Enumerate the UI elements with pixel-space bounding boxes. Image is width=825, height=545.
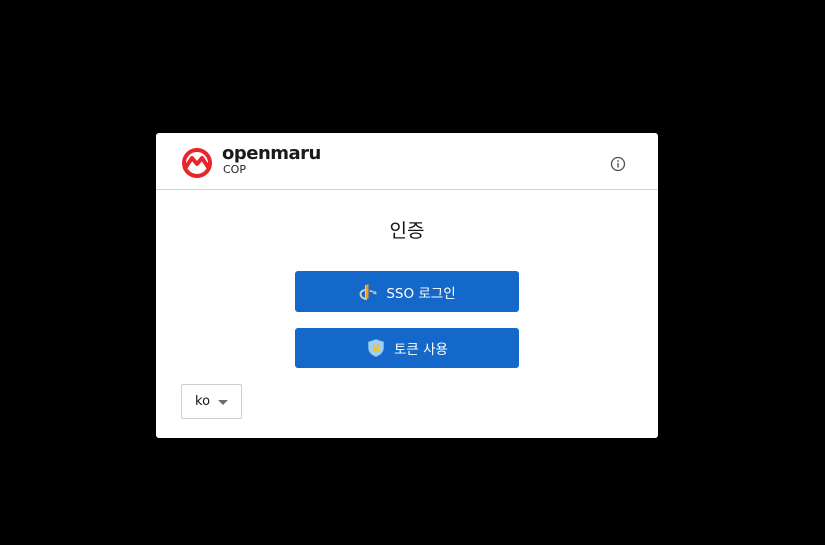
sso-login-label: SSO 로그인	[386, 285, 456, 302]
shield-lock-icon	[368, 339, 384, 357]
use-token-label: 토큰 사용	[394, 342, 448, 358]
language-value: ko	[195, 394, 211, 409]
brand-name: openmaru	[222, 143, 321, 164]
language-select[interactable]: ko	[181, 384, 242, 419]
openmaru-logo-icon	[182, 148, 212, 178]
info-icon[interactable]	[610, 156, 626, 172]
brand-subtitle: COP	[223, 163, 246, 176]
use-token-button[interactable]: 토큰 사용	[295, 328, 519, 368]
page-title: 인증	[389, 220, 425, 242]
caret-down-icon	[218, 400, 228, 405]
dialog-header: openmaru COP	[156, 133, 658, 190]
login-dialog: openmaru COP 인증 SSO 로그인 토큰 사용 ko	[156, 133, 658, 438]
sso-login-button[interactable]: SSO 로그인	[295, 271, 519, 312]
openid-icon	[359, 283, 377, 300]
